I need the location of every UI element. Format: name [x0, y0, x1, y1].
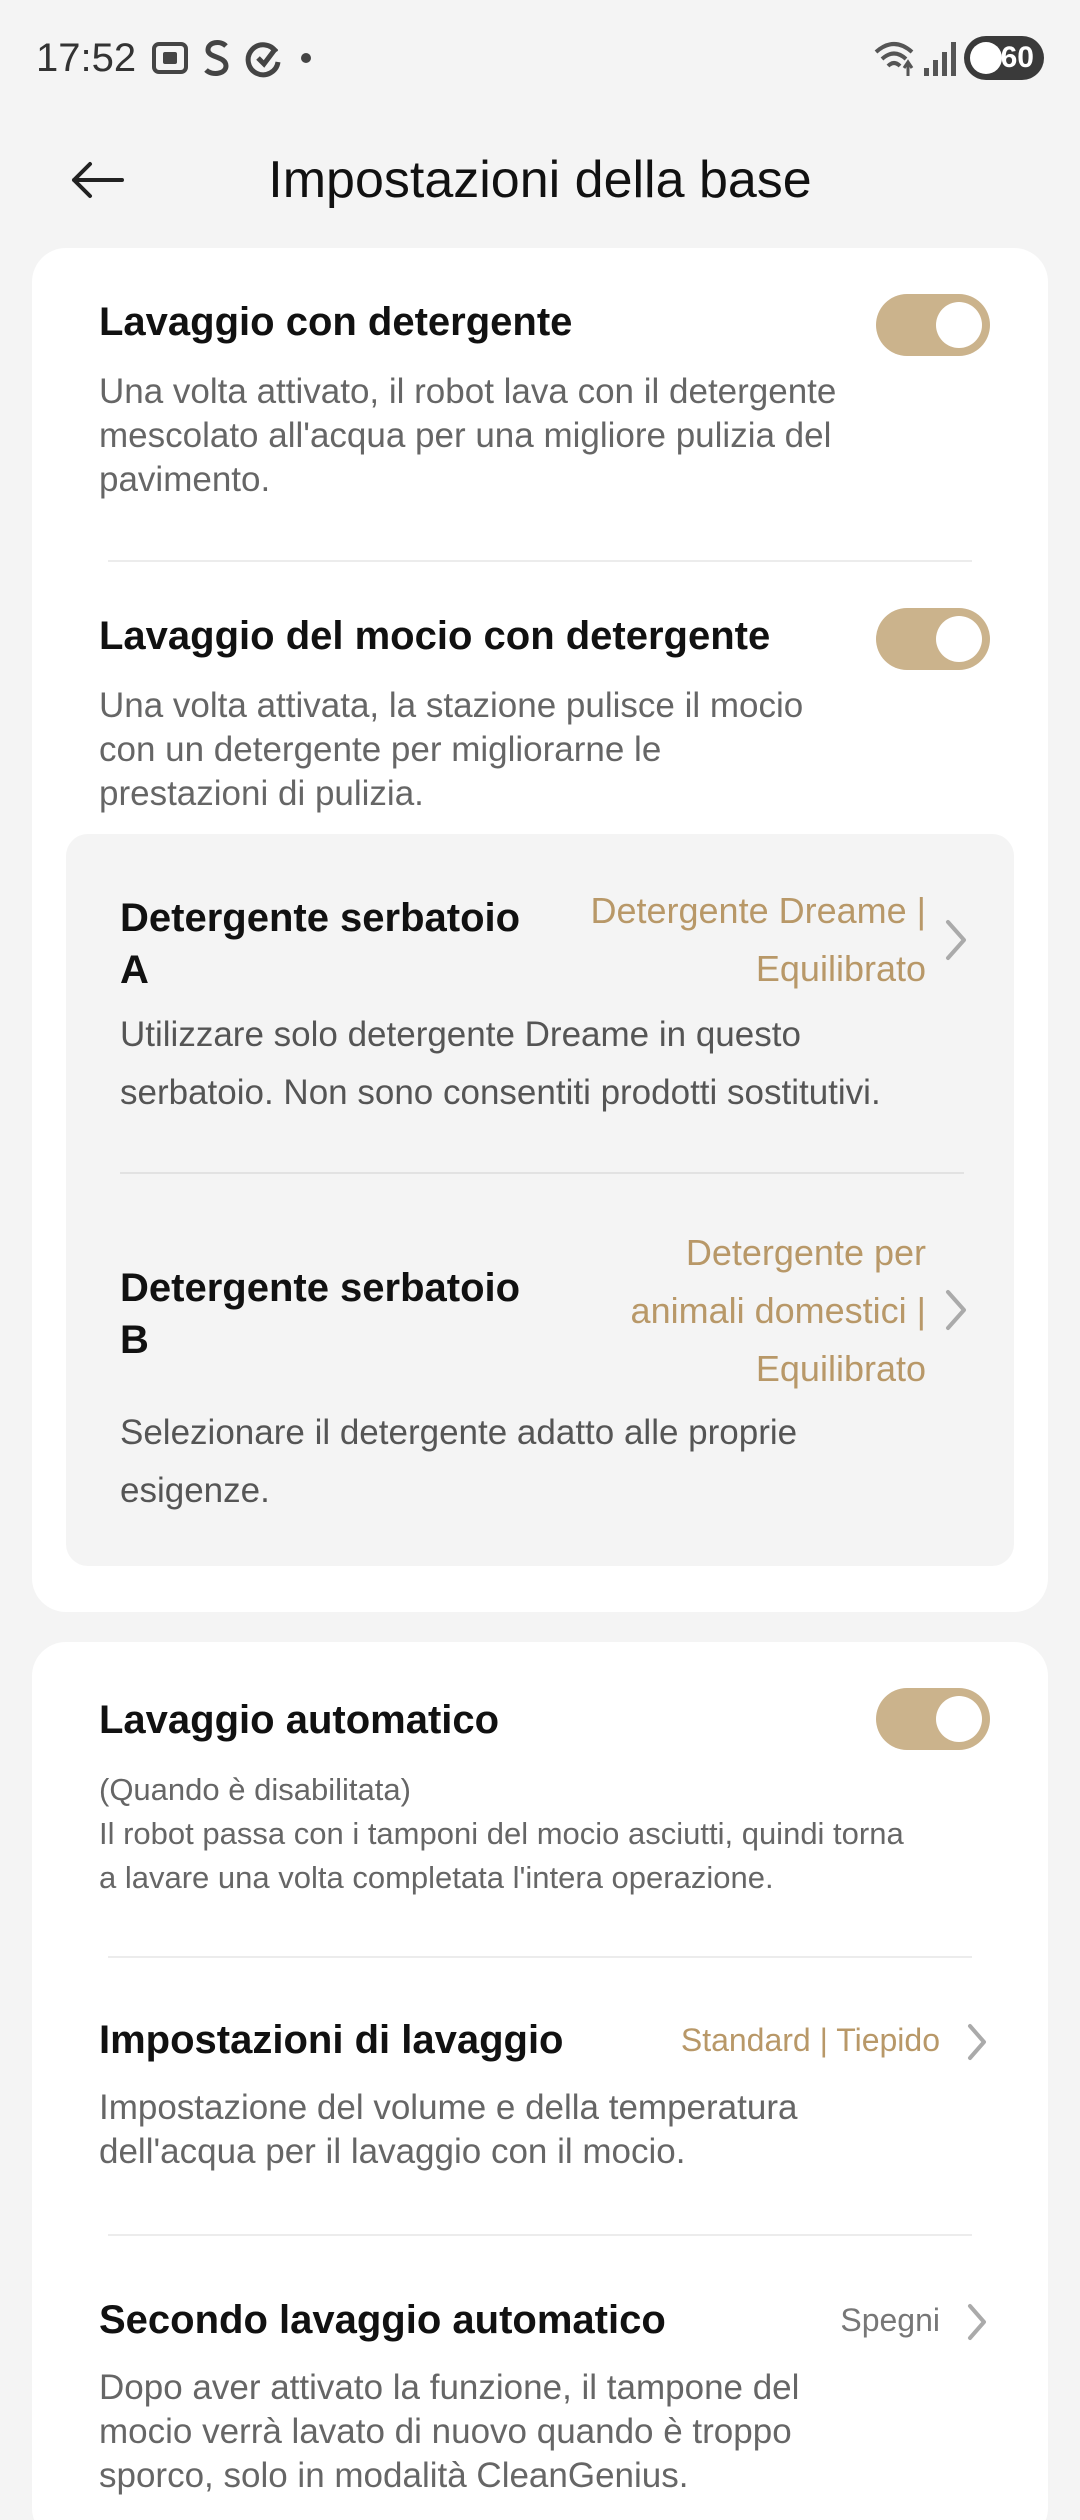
- status-time: 17:52: [36, 36, 137, 80]
- chevron-right-icon[interactable]: [962, 2300, 990, 2344]
- tank-b-title[interactable]: Detergente serbatoio B: [120, 1262, 540, 1366]
- second-auto-wash-description: Dopo aver attivato la funzione, il tampo…: [99, 2368, 800, 2495]
- toggle-knob: [936, 302, 982, 348]
- mop-detergent-wash-description: Una volta attivata, la stazione pulisce …: [99, 686, 804, 813]
- signal-icon: [924, 42, 956, 76]
- detergent-tanks-panel: Detergente serbatoio A Detergente Dreame…: [66, 834, 1014, 1566]
- sync-icon: [245, 42, 281, 78]
- toggle-knob: [936, 1696, 982, 1742]
- divider: [120, 1172, 964, 1174]
- battery-saver-icon: [970, 42, 1002, 74]
- auto-wash-title: Lavaggio automatico: [99, 1698, 500, 1742]
- detergent-wash-title: Lavaggio con detergente: [99, 300, 573, 344]
- tank-a-title[interactable]: Detergente serbatoio A: [120, 892, 540, 996]
- chevron-right-icon[interactable]: [962, 2020, 990, 2064]
- wash-settings-description: Impostazione del volume e della temperat…: [99, 2088, 798, 2171]
- screenshot-icon: [152, 42, 188, 74]
- battery-icon: 60: [964, 36, 1044, 80]
- tank-b-value[interactable]: Detergente per animali domestici | Equil…: [566, 1224, 926, 1398]
- page-title: Impostazioni della base: [268, 151, 812, 209]
- detergent-wash-toggle[interactable]: [876, 294, 990, 356]
- wash-settings-title[interactable]: Impostazioni di lavaggio: [99, 2018, 564, 2063]
- divider: [108, 1956, 972, 1958]
- tank-b-description: Selezionare il detergente adatto alle pr…: [120, 1413, 798, 1510]
- tank-a-description: Utilizzare solo detergente Dreame in que…: [120, 1015, 881, 1112]
- battery-level: 60: [1000, 41, 1034, 74]
- tank-a-value[interactable]: Detergente Dreame | Equilibrato: [546, 882, 926, 998]
- second-auto-wash-value[interactable]: Spegni: [840, 2302, 940, 2339]
- divider: [108, 560, 972, 562]
- mop-detergent-wash-toggle[interactable]: [876, 608, 990, 670]
- detergent-wash-description: Una volta attivato, il robot lava con il…: [99, 372, 837, 499]
- auto-wash-description: Il robot passa con i tamponi del mocio a…: [99, 1816, 904, 1895]
- chevron-right-icon[interactable]: [940, 916, 970, 964]
- chevron-right-icon[interactable]: [940, 1286, 970, 1334]
- s-app-icon: [204, 40, 229, 76]
- divider: [108, 2234, 972, 2236]
- wash-settings-card: Lavaggio automatico (Quando è disabilita…: [32, 1642, 1048, 2520]
- second-auto-wash-title[interactable]: Secondo lavaggio automatico: [99, 2298, 666, 2343]
- mop-detergent-wash-title: Lavaggio del mocio con detergente: [99, 614, 771, 658]
- toggle-knob: [936, 616, 982, 662]
- status-bar: 17:52 60: [0, 0, 1080, 120]
- wash-settings-value[interactable]: Standard | Tiepido: [681, 2022, 940, 2059]
- auto-wash-note: (Quando è disabilitata): [99, 1772, 411, 1807]
- auto-wash-toggle[interactable]: [876, 1688, 990, 1750]
- dot-icon: [301, 53, 311, 63]
- detergent-settings-card: Lavaggio con detergente Una volta attiva…: [32, 248, 1048, 1612]
- wifi-icon: [874, 42, 914, 76]
